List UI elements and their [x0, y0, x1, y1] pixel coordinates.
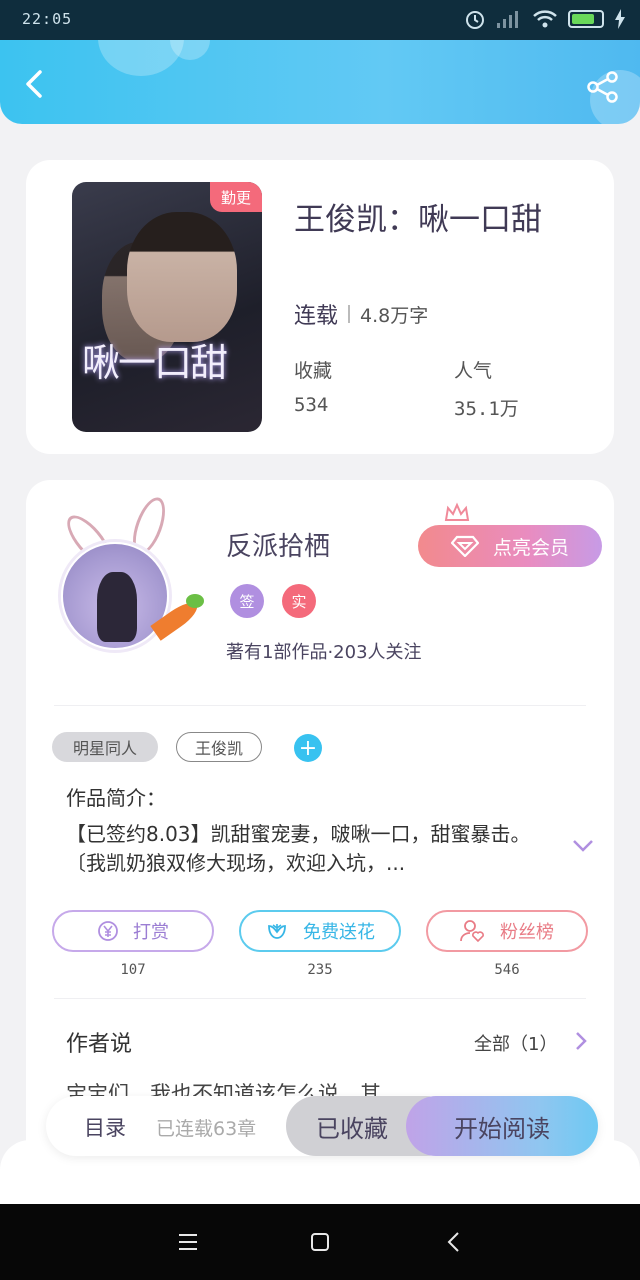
status-time: 22:05: [22, 10, 73, 28]
book-meta: 连载 4.8万字: [294, 298, 428, 330]
fans-ranking-button[interactable]: 粉丝榜: [426, 910, 588, 952]
author-says-all-link[interactable]: 全部（1）: [474, 1030, 557, 1056]
popularity-label: 人气: [454, 360, 493, 382]
status-icons: [464, 8, 626, 30]
add-tag-button[interactable]: +: [294, 734, 322, 762]
divider: [54, 705, 586, 706]
share-button[interactable]: [586, 70, 620, 104]
tag-category[interactable]: 明星同人: [52, 732, 158, 762]
bottom-action-bar: 目录 已连载63章 已收藏 开始阅读: [46, 1096, 598, 1156]
carrot-decor: [186, 594, 204, 608]
cover-figure: [127, 212, 237, 342]
book-title: 王俊凯：啾一口甜: [294, 202, 542, 238]
wifi-icon: [533, 10, 557, 28]
user-heart-icon: [460, 920, 484, 943]
cover-title: 啾一口甜: [82, 341, 228, 385]
charging-icon: [615, 9, 625, 29]
author-says-title: 作者说: [66, 1032, 133, 1057]
home-icon[interactable]: [308, 1230, 332, 1254]
tag-character[interactable]: 王俊凯: [176, 732, 262, 762]
vip-button-label: 点亮会员: [492, 536, 569, 559]
back-button[interactable]: [16, 66, 52, 102]
flower-label: 免费送花: [303, 922, 375, 943]
back-nav-icon[interactable]: [442, 1230, 466, 1254]
book-status: 连载: [294, 304, 339, 329]
battery-icon: [568, 10, 604, 28]
menu-icon[interactable]: [176, 1230, 200, 1254]
flower-count: 235: [307, 962, 333, 978]
system-nav-bar: [0, 1204, 640, 1280]
intro-label: 作品简介：: [66, 786, 166, 810]
reward-button[interactable]: 打赏: [52, 910, 214, 952]
avatar-figure: [97, 572, 137, 642]
crown-icon: [444, 502, 470, 521]
signed-badge: 签: [230, 584, 264, 618]
book-word-count: 4.8万字: [360, 304, 429, 327]
chapters-count[interactable]: 已连载63章: [156, 1114, 256, 1141]
author-name[interactable]: 反派拾栖: [226, 526, 330, 563]
status-bar: 22:05: [0, 0, 640, 40]
chevron-down-icon[interactable]: [572, 838, 594, 854]
battery-level: [572, 14, 594, 24]
meta-divider: [348, 305, 351, 323]
reward-count: 107: [120, 962, 146, 978]
book-cover[interactable]: 啾一口甜 勤更: [72, 182, 262, 432]
fans-count: 546: [494, 962, 520, 978]
author-avatar[interactable]: [56, 490, 216, 660]
table-of-contents-button[interactable]: 目录: [84, 1112, 126, 1142]
flower-icon: [268, 924, 286, 939]
signal-icon: [497, 11, 518, 28]
author-stats: 著有1部作品·203人关注: [226, 642, 422, 663]
chevron-right-icon[interactable]: [574, 1030, 588, 1052]
avatar: [61, 542, 169, 650]
favorites-label: 收藏: [294, 360, 333, 382]
alarm-icon: [466, 11, 484, 29]
divider: [54, 998, 586, 999]
favorites-value: 534: [294, 394, 329, 416]
send-flower-button[interactable]: 免费送花: [239, 910, 401, 952]
update-badge: 勤更: [210, 182, 262, 212]
fans-label: 粉丝榜: [500, 922, 554, 943]
popularity-value: 35.1万: [454, 398, 519, 420]
verified-badge: 实: [282, 584, 316, 618]
reward-label: 打赏: [133, 922, 169, 943]
vip-button[interactable]: 点亮会员: [418, 525, 602, 567]
intro-text: 【已签约8.03】凯甜蜜宠妻，啵啾一口，甜蜜暴击。〔我凯奶狼双修大现场，欢迎入坑…: [66, 822, 531, 875]
book-info-card: 啾一口甜 勤更 王俊凯：啾一口甜 连载 4.8万字 收藏 人气 534 35.1…: [26, 160, 614, 454]
diamond-icon: [450, 535, 479, 557]
yen-icon: [98, 921, 118, 941]
header: [0, 40, 640, 124]
start-reading-button[interactable]: 开始阅读: [406, 1096, 598, 1156]
